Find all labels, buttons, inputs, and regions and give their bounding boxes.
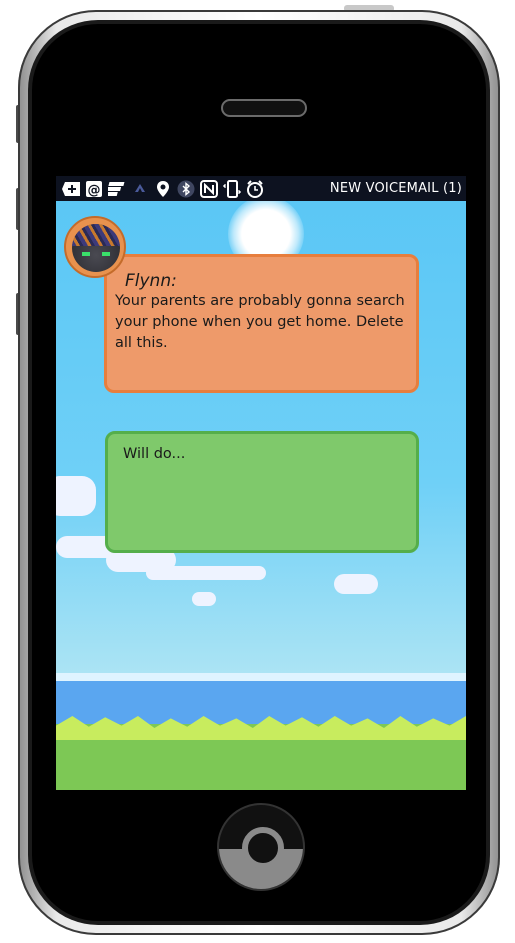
- avatar-eye: [102, 252, 110, 256]
- menu-icon[interactable]: [108, 180, 126, 198]
- location-pin-icon[interactable]: [154, 180, 172, 198]
- incoming-message-text: Your parents are probably gonna search y…: [115, 293, 405, 351]
- nfc-icon[interactable]: [200, 179, 218, 198]
- status-bar: @ NEW VOICEMAIL (1): [56, 176, 466, 201]
- avatar-face: [72, 224, 120, 272]
- reply-text: Will do...: [123, 446, 186, 462]
- cloud: [146, 566, 266, 580]
- home-button[interactable]: [217, 803, 305, 891]
- cloud: [192, 592, 216, 606]
- phone-screen: @ NEW VOICEMAIL (1) Flynn: Your parents …: [56, 176, 466, 790]
- earpiece-speaker: [221, 99, 307, 117]
- status-icons: @: [56, 179, 264, 198]
- incoming-message-bubble: Flynn: Your parents are probably gonna s…: [104, 254, 419, 393]
- alarm-icon[interactable]: [246, 179, 264, 198]
- cloud: [334, 574, 378, 594]
- first-aid-icon[interactable]: [62, 180, 80, 198]
- signal-icon: [131, 180, 149, 198]
- avatar-hair: [72, 224, 120, 246]
- at-sign-icon[interactable]: @: [85, 180, 103, 198]
- sender-name: Flynn:: [125, 271, 177, 291]
- voicemail-notification[interactable]: NEW VOICEMAIL (1): [330, 181, 462, 196]
- home-button-ring: [242, 827, 284, 869]
- sender-avatar[interactable]: [64, 216, 126, 278]
- horizon: [56, 673, 466, 681]
- reply-bubble[interactable]: Will do...: [105, 431, 419, 553]
- phone-vibrate-icon[interactable]: [223, 179, 241, 198]
- svg-text:@: @: [88, 183, 101, 198]
- avatar-eye: [82, 252, 90, 256]
- cloud: [56, 476, 96, 516]
- bluetooth-icon[interactable]: [177, 180, 195, 198]
